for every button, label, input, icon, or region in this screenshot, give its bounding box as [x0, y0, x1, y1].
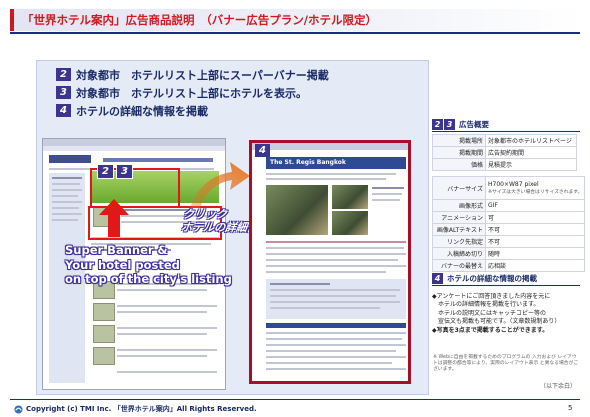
overview-header: 2 3 広告概要: [432, 119, 489, 130]
spec-table-top: 掲載場所 対象都市のホテルリストページ 掲載期間 広告契約期間 価格 見積提示: [432, 134, 577, 171]
hotel-photo-3: [332, 211, 368, 235]
details-bullets: ◆アンケートにご回答頂きました内容を元に ホテルの詳細情報を掲載を行います。 ホ…: [432, 293, 561, 334]
footer-rule: [10, 399, 580, 400]
step-number-badge: 4: [56, 104, 71, 117]
step-3: 3 対象都市 ホテルリスト上部にホテルを表示。: [56, 86, 307, 100]
site-logo: [49, 155, 91, 163]
page-number: 5: [568, 404, 573, 412]
overlay-number-right: 4: [255, 144, 270, 157]
spec-table-bottom: バナーサイズ H700×W87 pixel ※サイズは大きい場合はリサイズされます…: [432, 176, 586, 272]
title-underline: [10, 32, 580, 34]
step-2: 2 対象都市 ホテルリスト上部にスーパーバナー掲載: [56, 68, 329, 82]
details-header: 4 ホテルの詳細な情報の掲載: [432, 273, 537, 284]
table-row: 画像形式 GIF: [432, 199, 586, 212]
page-title: 「世界ホテル案内」広告商品説明 （バナー広告プラン/ホテル限定）: [22, 13, 377, 27]
step-number-badge: 2: [56, 68, 71, 81]
fine-print: ※ Webに自由を掲載するためのプログラムの 入力および レイアウトは調整の都合…: [433, 355, 579, 373]
step-4: 4 ホテルの詳細な情報を掲載: [56, 104, 208, 118]
company-logo-icon: [14, 404, 23, 414]
hotel-photo-main: [266, 185, 328, 235]
table-row: 掲載場所 対象都市のホテルリストページ: [432, 134, 577, 147]
hotel-photo-2: [332, 185, 368, 209]
title-bar: 「世界ホテル案内」広告商品説明 （バナー広告プラン/ホテル限定）: [10, 9, 580, 31]
copyright-text: Copyright (c) TMI Inc. 「世界ホテル案内」All Righ…: [26, 405, 257, 413]
footer: Copyright (c) TMI Inc. 「世界ホテル案内」All Righ…: [14, 404, 257, 414]
step-label: 対象都市 ホテルリスト上部にスーパーバナー掲載: [76, 68, 329, 82]
table-row: リンク先指定 不可: [432, 235, 586, 248]
continued-note: （以下余白）: [540, 383, 577, 390]
table-row: アニメーション可: [432, 211, 586, 224]
table-row: バナーの最替え 応相談: [432, 259, 586, 272]
table-row: 価格 見積提示: [432, 158, 577, 171]
overview-rule: [432, 131, 580, 132]
details-rule: [432, 285, 580, 286]
table-row: 画像ALTテキスト 不可: [432, 223, 586, 236]
curved-arrow-icon: [190, 162, 250, 208]
table-row: バナーサイズ H700×W87 pixel ※サイズは大きい場合はリサイズされます…: [432, 176, 586, 200]
hotel-detail-screenshot: The St. Regis Bangkok: [249, 140, 411, 384]
step-label: ホテルの詳細な情報を掲載: [76, 104, 208, 118]
overlay-numbers-left: 2 3: [97, 164, 133, 179]
arrow-up-icon: [99, 199, 129, 237]
hotel-name: The St. Regis Bangkok: [270, 159, 346, 166]
step-label: 対象都市 ホテルリスト上部にホテルを表示。: [76, 86, 307, 100]
table-row: 入稿締め切り 随時: [432, 247, 586, 260]
step-number-badge: 3: [56, 86, 71, 99]
super-banner-caption: Super Banner & Your hotel posted on top …: [65, 243, 232, 286]
table-row: 掲載期間 広告契約期間: [432, 146, 577, 159]
hotel-name-bar: The St. Regis Bangkok: [266, 157, 406, 169]
